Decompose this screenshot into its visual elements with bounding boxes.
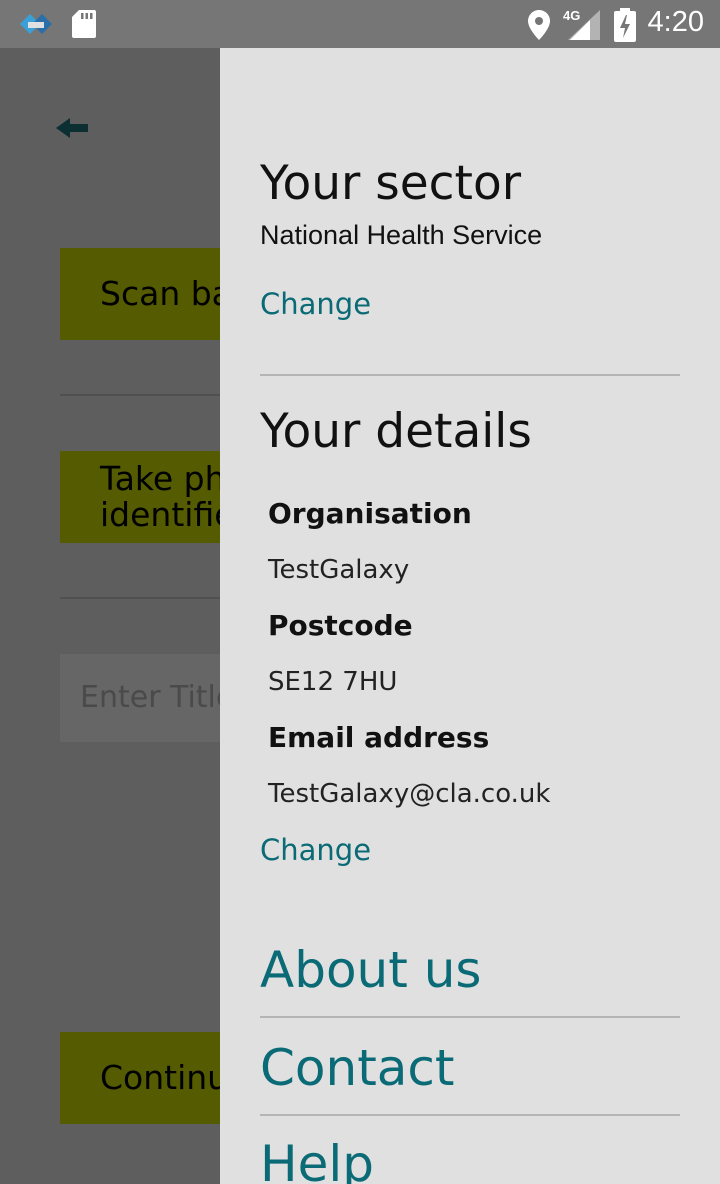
email-label: Email address <box>268 721 490 754</box>
contact-link[interactable]: Contact <box>260 1038 455 1098</box>
battery-charging-icon <box>614 8 636 42</box>
divider <box>260 1114 680 1116</box>
sd-card-icon <box>72 10 96 38</box>
postcode-value: SE12 7HU <box>268 667 398 697</box>
divider <box>60 394 240 396</box>
app-notification-icon <box>20 14 52 34</box>
organisation-label: Organisation <box>268 497 472 530</box>
location-icon <box>528 10 550 40</box>
email-value: TestGalaxy@cla.co.uk <box>268 779 551 809</box>
status-bar: 4G 4:20 <box>0 0 720 48</box>
details-heading: Your details <box>260 404 532 459</box>
postcode-label: Postcode <box>268 609 413 642</box>
navigation-drawer: Your sector National Health Service Chan… <box>220 48 720 1184</box>
help-link[interactable]: Help <box>260 1134 374 1184</box>
divider <box>60 597 240 599</box>
about-us-link[interactable]: About us <box>260 940 481 1000</box>
divider <box>260 1016 680 1018</box>
divider <box>260 374 680 376</box>
signal-icon <box>568 10 600 40</box>
sector-value: National Health Service <box>260 220 543 250</box>
change-sector-link[interactable]: Change <box>260 286 371 322</box>
title-input[interactable]: Enter Title <box>60 654 240 742</box>
organisation-value: TestGalaxy <box>268 555 410 585</box>
sector-heading: Your sector <box>260 156 522 211</box>
screen: 4G 4:20 Scan ba Take ph identifie Enter … <box>0 0 720 1184</box>
back-arrow-icon[interactable] <box>54 112 94 144</box>
status-time: 4:20 <box>647 6 704 38</box>
change-details-link[interactable]: Change <box>260 832 371 868</box>
